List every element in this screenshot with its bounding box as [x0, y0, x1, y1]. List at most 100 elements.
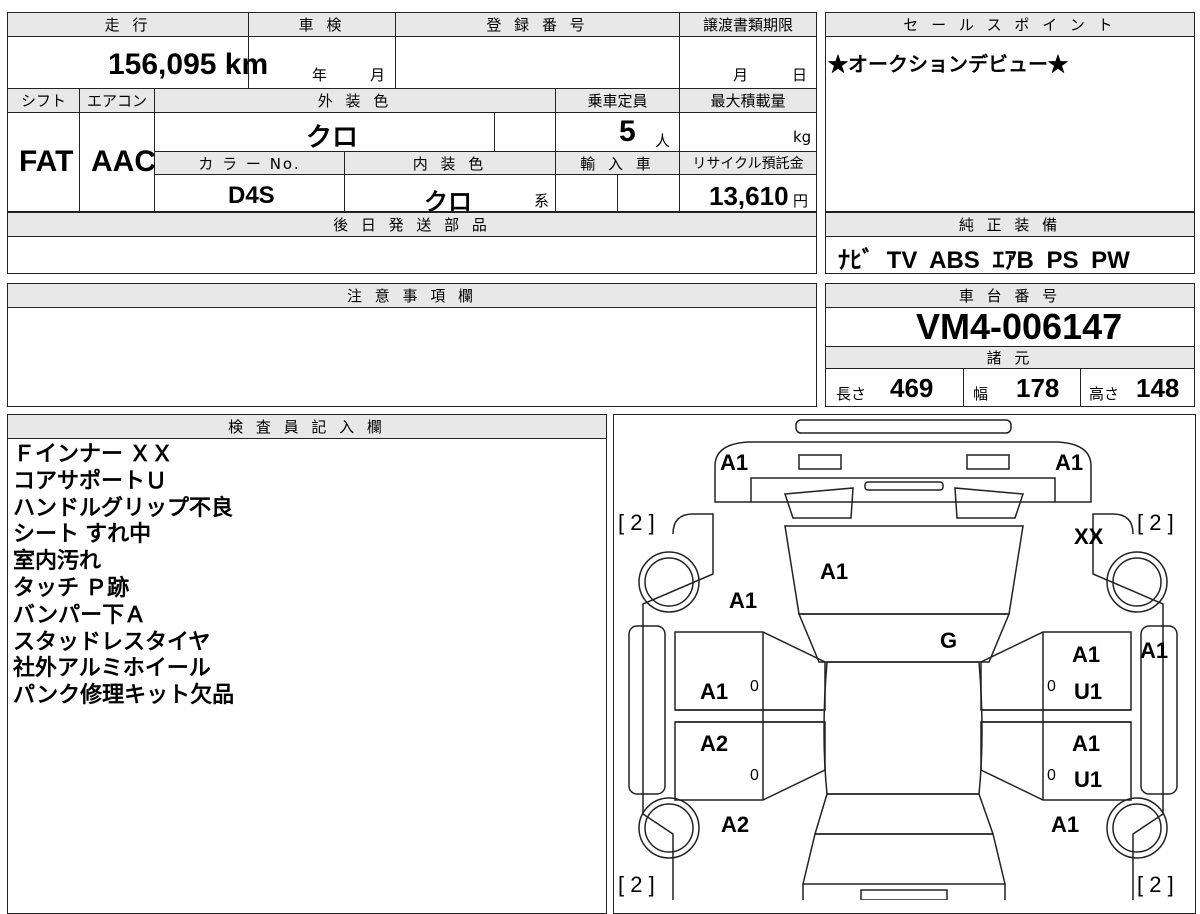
ext-color-label: 外 装 色 — [317, 92, 393, 110]
width-label: 幅 — [973, 385, 989, 403]
car-diagram — [628, 419, 1178, 900]
height-label: 高さ — [1089, 385, 1120, 403]
mark-front-left: A1 — [720, 450, 749, 475]
int-color-header: 内 装 色 — [345, 152, 555, 175]
mileage-label: 走 行 — [104, 16, 152, 34]
ext-color-value: クロ — [306, 122, 359, 152]
inspector-label: 検 査 員 記 入 欄 — [228, 418, 386, 436]
ac-header: エアコン — [80, 89, 154, 113]
inspector-header: 検 査 員 記 入 欄 — [8, 415, 606, 439]
remark-line: 室内汚れ — [13, 548, 102, 574]
mark-tire-fr: [ 2 ] — [1137, 510, 1174, 535]
maxload-header: 最大積載量 — [680, 89, 816, 113]
length-value: 469 — [890, 373, 934, 403]
sales-point-box — [825, 12, 1195, 212]
mark-door-rr-top: A1 — [1072, 731, 1101, 756]
colorno-label: カ ラ ー No. — [198, 154, 301, 173]
mark-door-lf-zero: 0 — [750, 678, 759, 695]
mark-door-rf-top: A1 — [1072, 642, 1101, 667]
recycle-header: リサイクル預託金 — [680, 152, 816, 175]
shaken-month: 月 — [370, 66, 386, 84]
mileage-value: 156,095 km — [108, 48, 269, 81]
equipment-value: ﾅﾋﾞ TV ABS ｴｱB PS PW — [838, 247, 1130, 274]
recycle-value: 13,610 — [709, 181, 789, 211]
remark-line: バンパー下Ａ — [13, 601, 147, 627]
mark-front-right: A1 — [1055, 450, 1084, 475]
remark-line: ハンドルグリップ不良 — [13, 494, 234, 520]
shift-header: シフト — [8, 89, 79, 113]
remark-line: 社外アルミホイール — [13, 655, 211, 681]
mark-door-lr-zero: 0 — [750, 767, 759, 784]
remark-line: Ｆインナー ＸＸ — [13, 441, 174, 466]
mark-door-rr-zero: 0 — [1047, 767, 1056, 784]
mark-quarter-r: A1 — [1051, 812, 1080, 837]
colorno-value: D4S — [228, 182, 275, 209]
mark-fender-fl: A1 — [729, 588, 758, 613]
recycle-label: リサイクル預託金 — [692, 156, 804, 172]
import-header: 輸 入 車 — [556, 152, 679, 175]
height-value: 148 — [1136, 373, 1180, 403]
recycle-unit: 円 — [793, 192, 809, 210]
seats-value: 5 — [619, 115, 636, 148]
int-color-label: 内 装 色 — [412, 154, 488, 173]
remark-line: タッチ Ｐ跡 — [13, 574, 130, 600]
mark-quarter-l: A2 — [721, 812, 750, 837]
equipment-header: 純 正 装 備 — [826, 213, 1194, 237]
notes-label: 注 意 事 項 欄 — [346, 287, 478, 305]
deadline-label: 譲渡書類期限 — [702, 16, 793, 34]
remark-line: パンク修理キット欠品 — [13, 682, 235, 708]
seats-label: 乗車定員 — [587, 92, 648, 110]
remark-line: スタッドレスタイヤ — [13, 628, 211, 654]
maxload-label: 最大積載量 — [710, 92, 786, 110]
notes-header: 注 意 事 項 欄 — [8, 284, 816, 308]
maxload-unit: kg — [793, 128, 812, 146]
mark-door-rf-zero: 0 — [1047, 678, 1056, 695]
chassis-header: 車 台 番 号 — [826, 284, 1194, 308]
deadline-header: 譲渡書類期限 — [680, 13, 816, 37]
mark-door-rf: U1 — [1074, 679, 1103, 704]
ext-color-header: 外 装 色 — [155, 89, 555, 113]
seats-unit: 人 — [655, 132, 671, 150]
mark-door-lf: A1 — [700, 679, 729, 704]
mark-door-lr: A2 — [700, 731, 729, 756]
length-label: 長さ — [836, 385, 867, 403]
deadline-day: 日 — [792, 66, 808, 84]
shift-label: シフト — [20, 92, 66, 110]
mileage-header: 走 行 — [8, 13, 248, 37]
mark-tire-fl: [ 2 ] — [618, 510, 655, 535]
chassis-number: VM4-006147 — [916, 306, 1123, 347]
shaken-header: 車 検 — [249, 13, 395, 37]
spec-header: 諸 元 — [826, 346, 1194, 369]
reg-label: 登 録 番 号 — [486, 16, 589, 34]
shaken-year: 年 — [312, 66, 328, 84]
import-label: 輸 入 車 — [580, 154, 655, 173]
ac-label: エアコン — [86, 92, 147, 110]
seats-header: 乗車定員 — [556, 89, 679, 113]
mark-roof: G — [940, 628, 958, 653]
reg-header: 登 録 番 号 — [396, 13, 679, 37]
remark-line: コアサポートＵ — [13, 467, 168, 493]
mark-fender-fr: XX — [1074, 524, 1104, 549]
equipment-label: 純 正 装 備 — [958, 216, 1062, 234]
remark-line: シート すれ中 — [13, 521, 152, 547]
mark-hood: A1 — [820, 559, 849, 584]
int-color-suffix: 系 — [534, 192, 550, 210]
deadline-month: 月 — [733, 66, 749, 84]
width-value: 178 — [1016, 373, 1060, 403]
colorno-header: カ ラ ー No. — [155, 152, 344, 175]
mark-pillar-right: A1 — [1140, 638, 1169, 663]
inspector-remarks: Ｆインナー ＸＸ コアサポートＵ ハンドルグリップ不良 シート すれ中 室内汚れ… — [13, 441, 234, 709]
sales-point-text: ★オークションデビュー★ — [828, 54, 1068, 76]
mark-tire-rl: [ 2 ] — [618, 872, 655, 897]
later-parts-label: 後 日 発 送 部 品 — [333, 216, 491, 234]
shaken-label: 車 検 — [298, 16, 346, 34]
mark-door-rr: U1 — [1074, 767, 1103, 792]
shift-value: FAT — [19, 145, 74, 178]
ac-value: AAC — [91, 145, 156, 178]
sales-point-header: セ ー ル ス ポ イ ン ト — [826, 13, 1194, 37]
mark-tire-rr: [ 2 ] — [1137, 872, 1174, 897]
later-parts-header: 後 日 発 送 部 品 — [8, 213, 816, 237]
sales-point-label: セ ー ル ス ポ イ ン ト — [903, 16, 1117, 34]
spec-label: 諸 元 — [986, 349, 1034, 367]
chassis-label: 車 台 番 号 — [958, 287, 1062, 305]
